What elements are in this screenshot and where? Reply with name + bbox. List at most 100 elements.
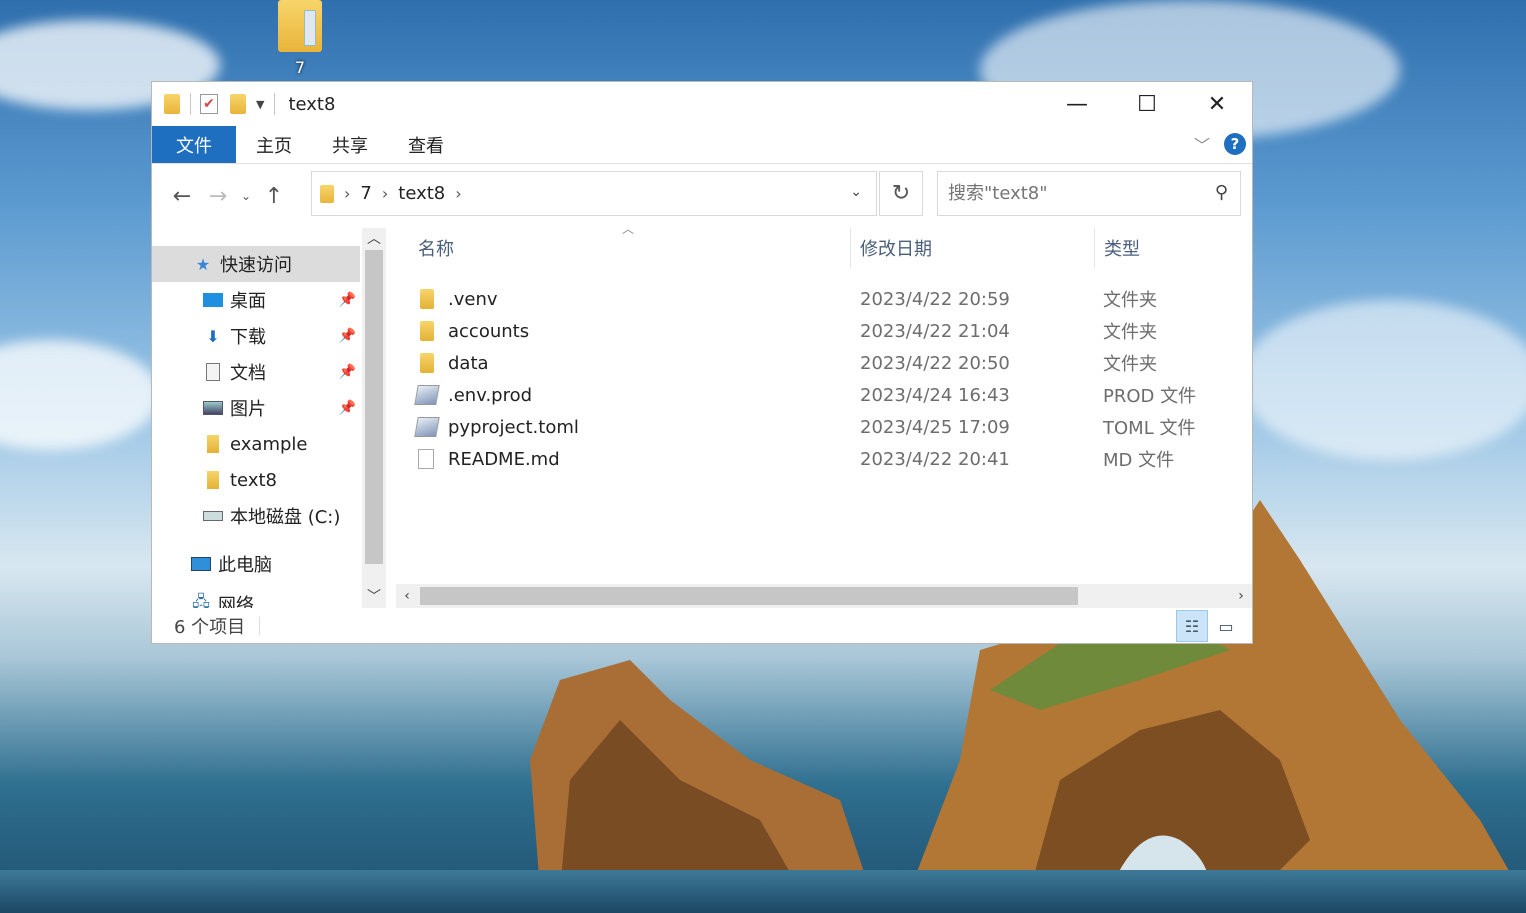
file-name: pyproject.toml: [448, 416, 579, 438]
minimize-button[interactable]: —: [1042, 82, 1112, 126]
pin-icon[interactable]: 📌: [339, 400, 356, 416]
download-icon: ⬇: [206, 326, 220, 346]
sidebar-item-label: 本地磁盘 (C:): [230, 507, 341, 528]
title-bar: ✔ ▼ text8 — ☐ ✕: [152, 82, 1252, 126]
back-arrow-icon[interactable]: ←: [164, 184, 200, 209]
sidebar-scrollbar[interactable]: ︿ ﹀: [362, 228, 386, 608]
folder-icon: [420, 289, 434, 309]
chevron-right-icon[interactable]: ›: [344, 184, 350, 203]
new-folder-icon[interactable]: [230, 94, 246, 114]
file-row[interactable]: accounts 2023/4/22 21:04 文件夹: [416, 315, 1252, 347]
file-name: .env.prod: [448, 384, 533, 406]
tab-file[interactable]: 文件: [152, 126, 236, 163]
search-icon[interactable]: ⚲: [1215, 182, 1228, 203]
address-bar[interactable]: › 7 › text8 › ⌄: [311, 171, 877, 216]
navigation-bar: ← → ⌄ ↑ › 7 › text8 › ⌄ ↻ ⚲: [152, 164, 1252, 228]
file-icon: [414, 385, 440, 405]
column-header-date[interactable]: 修改日期: [860, 228, 932, 268]
sidebar-item-downloads[interactable]: ⬇ 下载 📌: [152, 318, 360, 354]
file-name: data: [448, 352, 489, 374]
window-title: text8: [288, 93, 336, 115]
tab-share[interactable]: 共享: [312, 126, 388, 163]
address-dropdown-icon[interactable]: ⌄: [850, 184, 862, 200]
file-name: .venv: [448, 288, 498, 310]
column-header-type[interactable]: 类型: [1104, 228, 1140, 268]
up-arrow-icon[interactable]: ↑: [256, 184, 292, 209]
file-type: MD 文件: [1103, 450, 1175, 471]
file-row[interactable]: README.md 2023/4/22 20:41 MD 文件: [416, 443, 1252, 475]
sidebar-item-label: 网络: [218, 595, 254, 608]
status-bar: 6 个项目 ☷ ▭: [152, 608, 1252, 644]
refresh-button[interactable]: ↻: [879, 171, 923, 216]
sidebar-item-text8[interactable]: text8: [152, 462, 360, 498]
scroll-left-icon[interactable]: ‹: [396, 584, 418, 608]
cloud: [1240, 300, 1526, 460]
desktop-icon: [202, 290, 224, 310]
desktop-folder-shortcut[interactable]: 7: [270, 0, 330, 77]
file-type: TOML 文件: [1103, 418, 1196, 439]
search-box[interactable]: ⚲: [937, 171, 1241, 216]
sidebar-item-label: 此电脑: [218, 555, 272, 576]
quick-access-toolbar: ✔ ▼: [164, 93, 284, 115]
sidebar-item-label: 文档: [230, 363, 266, 384]
properties-icon[interactable]: ✔: [200, 94, 218, 114]
folder-icon: [420, 321, 434, 341]
computer-icon: [190, 554, 212, 574]
sidebar-item-this-pc[interactable]: 此电脑: [152, 546, 360, 582]
file-row[interactable]: .venv 2023/4/22 20:59 文件夹: [416, 283, 1252, 315]
large-icons-view-icon[interactable]: ▭: [1210, 610, 1242, 642]
sidebar-item-label: text8: [230, 469, 277, 491]
breadcrumb-7[interactable]: 7: [360, 183, 371, 204]
scroll-up-icon[interactable]: ︿: [362, 228, 386, 250]
sidebar-item-documents[interactable]: 文档 📌: [152, 354, 360, 390]
forward-arrow-icon[interactable]: →: [200, 184, 236, 209]
cloud: [0, 340, 160, 450]
chevron-right-icon[interactable]: ›: [382, 184, 388, 203]
sidebar-item-network[interactable]: 🖧 网络: [152, 586, 360, 609]
sidebar-item-label: example: [230, 433, 308, 455]
file-type: 文件夹: [1103, 290, 1157, 311]
details-view-icon[interactable]: ☷: [1176, 610, 1208, 642]
pictures-icon: [202, 398, 224, 418]
sidebar-item-label: 下载: [230, 327, 266, 348]
expand-ribbon-icon[interactable]: ﹀: [1194, 132, 1210, 156]
file-row[interactable]: data 2023/4/22 20:50 文件夹: [416, 347, 1252, 379]
scroll-right-icon[interactable]: ›: [1230, 584, 1252, 608]
scroll-thumb[interactable]: [420, 587, 1078, 605]
chevron-right-icon[interactable]: ›: [455, 184, 461, 203]
sidebar-item-quick-access[interactable]: ★ 快速访问: [152, 246, 360, 282]
file-type: 文件夹: [1103, 322, 1157, 343]
sidebar-item-pictures[interactable]: 图片 📌: [152, 390, 360, 426]
pin-icon[interactable]: 📌: [339, 292, 356, 308]
recent-locations-chevron-icon[interactable]: ⌄: [236, 189, 256, 203]
file-date: 2023/4/22 20:41: [860, 448, 1010, 470]
file-type: PROD 文件: [1103, 386, 1197, 407]
pin-icon[interactable]: 📌: [339, 328, 356, 344]
file-icon: [414, 417, 440, 437]
folder-icon: [202, 434, 224, 454]
folder-icon: [278, 0, 322, 52]
file-row[interactable]: pyproject.toml 2023/4/25 17:09 TOML 文件: [414, 411, 1252, 443]
file-list-horizontal-scrollbar[interactable]: ‹ ›: [396, 584, 1252, 608]
column-header-name[interactable]: 名称: [418, 228, 454, 268]
pin-icon[interactable]: 📌: [339, 364, 356, 380]
file-explorer-window: ✔ ▼ text8 — ☐ ✕ 文件 主页 共享 查看 ﹀ ? ← → ⌄ ↑ …: [151, 81, 1253, 644]
maximize-button[interactable]: ☐: [1112, 82, 1182, 126]
navigation-pane: ★ 快速访问 桌面 📌 ⬇ 下载 📌 文档 📌 图片 📌 example tex…: [152, 246, 360, 608]
scroll-down-icon[interactable]: ﹀: [362, 586, 386, 608]
search-input[interactable]: [948, 183, 1198, 204]
help-icon[interactable]: ?: [1224, 133, 1246, 155]
sidebar-item-desktop[interactable]: 桌面 📌: [152, 282, 360, 318]
customize-toolbar-dropdown-icon[interactable]: ▼: [256, 98, 264, 111]
sidebar-item-example[interactable]: example: [152, 426, 360, 462]
file-name: accounts: [448, 320, 530, 342]
tab-home[interactable]: 主页: [236, 126, 312, 163]
breadcrumb-text8[interactable]: text8: [398, 183, 445, 204]
document-icon: [202, 362, 224, 382]
scroll-thumb[interactable]: [365, 250, 383, 564]
star-icon: ★: [195, 254, 211, 274]
tab-view[interactable]: 查看: [388, 126, 464, 163]
close-button[interactable]: ✕: [1182, 82, 1252, 126]
file-row[interactable]: .env.prod 2023/4/24 16:43 PROD 文件: [414, 379, 1252, 411]
sidebar-item-local-disk[interactable]: 本地磁盘 (C:): [152, 498, 360, 534]
